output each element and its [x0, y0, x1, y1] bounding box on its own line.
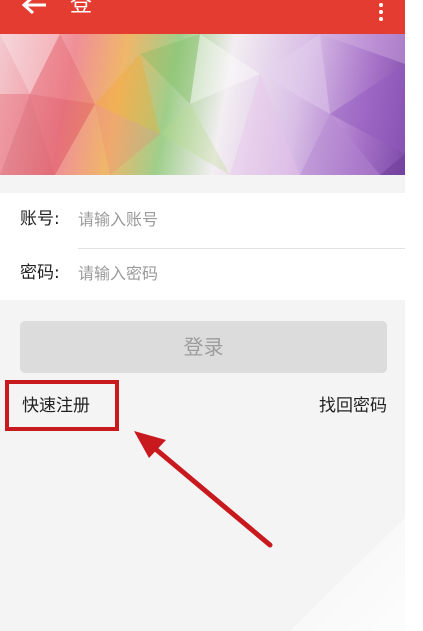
password-input[interactable] [78, 257, 388, 289]
app-bar: 登 [0, 0, 405, 34]
login-form: 账号: 密码: [0, 193, 405, 300]
account-input[interactable] [78, 203, 388, 235]
header-banner-image [0, 34, 405, 175]
forgot-password-link[interactable]: 找回密码 [319, 394, 387, 418]
screenshot-margin [405, 0, 423, 631]
arrow-left-icon[interactable] [10, 0, 50, 25]
password-row: 密码: [0, 247, 405, 300]
account-row: 账号: [0, 193, 405, 249]
more-vertical-icon[interactable] [371, 2, 391, 24]
login-screen: 登 账号: 请输入账号 密码: 登录 快速注册 找回密码 [0, 0, 405, 631]
login-button[interactable]: 登录 [20, 321, 387, 373]
password-label: 密码: [20, 263, 60, 283]
annotation-highlight-box [5, 380, 119, 431]
account-label: 账号: [20, 209, 60, 229]
page-title: 登 [70, 0, 93, 17]
